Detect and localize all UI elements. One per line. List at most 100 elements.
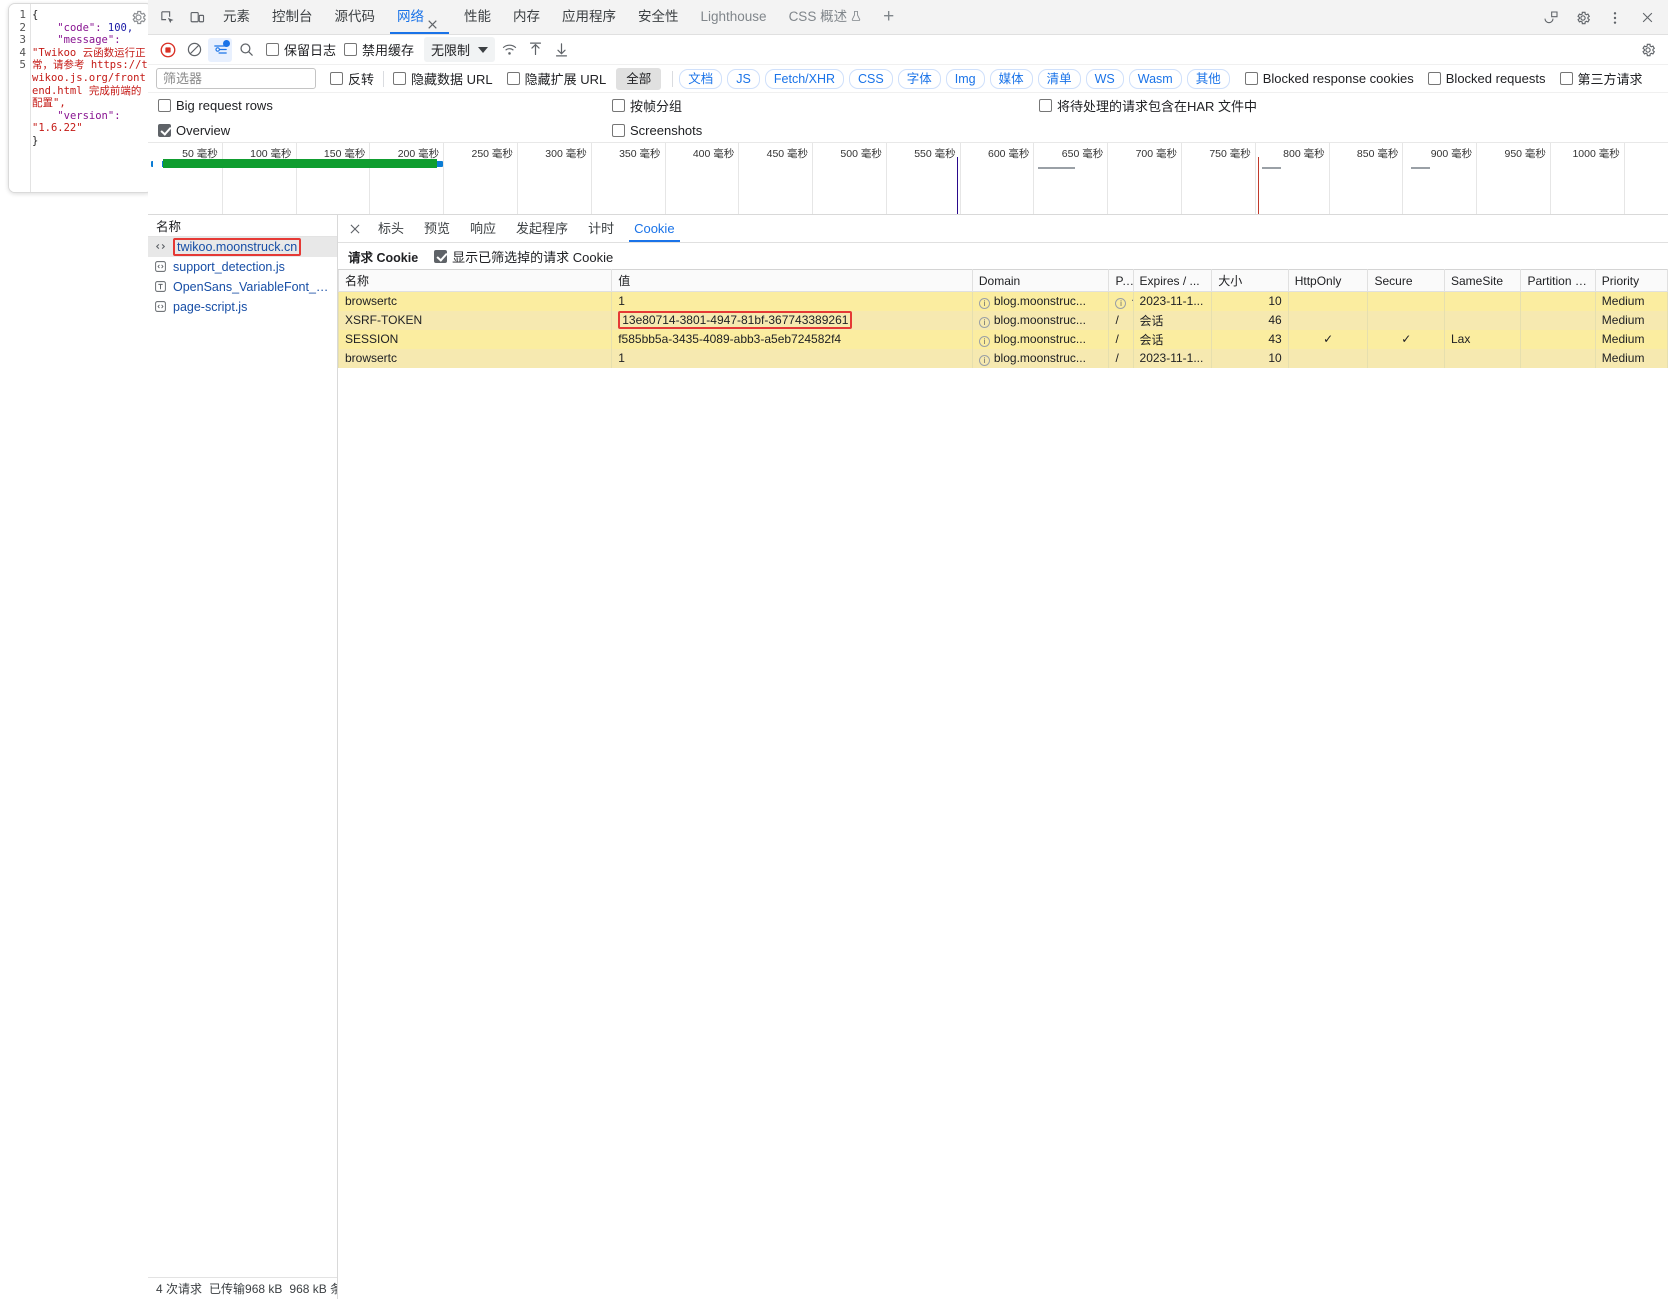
search-icon[interactable]	[234, 38, 258, 62]
device-toolbar-icon[interactable]	[182, 3, 212, 31]
resource-type-文档[interactable]: 文档	[679, 68, 723, 89]
screenshots-box[interactable]	[612, 123, 625, 137]
tab-网络[interactable]: 网络	[386, 0, 453, 34]
disable-cache-checkbox[interactable]: 禁用缓存	[344, 40, 414, 59]
filter-input[interactable]	[156, 68, 316, 89]
table-row[interactable]: SESSION f585bb5a-3435-4089-abb3-a5eb72458…	[338, 329, 1668, 349]
hide-ext-urls-box[interactable]	[506, 72, 520, 85]
detail-tab-Cookie[interactable]: Cookie	[624, 215, 684, 242]
cookie-column-header[interactable]: 大小	[1211, 269, 1289, 292]
tab-控制台[interactable]: 控制台	[261, 0, 324, 34]
hide-data-urls-checkbox[interactable]: 隐藏数据 URL	[393, 69, 493, 88]
include-pending-har-checkbox[interactable]: 将待处理的请求包含在HAR 文件中	[1039, 96, 1257, 115]
close-detail-icon[interactable]	[342, 216, 368, 242]
tab-源代码[interactable]: 源代码	[324, 0, 387, 34]
resource-type-媒体[interactable]: 媒体	[989, 68, 1033, 89]
resource-type-WS[interactable]: WS	[1085, 68, 1124, 89]
settings-gear-icon[interactable]	[1568, 4, 1598, 32]
blocked-response-cookies-box[interactable]	[1244, 72, 1258, 85]
tab-元素[interactable]: 元素	[212, 0, 261, 34]
blocked-response-cookies-checkbox[interactable]: Blocked response cookies	[1244, 71, 1414, 86]
tab-安全性[interactable]: 安全性	[627, 0, 690, 34]
resource-type-CSS[interactable]: CSS	[849, 68, 893, 89]
resource-type-Img[interactable]: Img	[945, 68, 985, 89]
tab-性能[interactable]: 性能	[453, 0, 502, 34]
resource-type-Wasm[interactable]: Wasm	[1128, 68, 1182, 89]
tab-CSS 概述[interactable]: CSS 概述	[778, 0, 874, 34]
third-party-checkbox[interactable]: 第三方请求	[1559, 69, 1643, 88]
table-row[interactable]: browsertc 1 i blog.moonstruc.../2023-11-1..…	[338, 348, 1668, 368]
hide-ext-urls-checkbox[interactable]: 隐藏扩展 URL	[506, 69, 606, 88]
disable-cache-box[interactable]	[344, 43, 358, 56]
resource-type-全部[interactable]: 全部	[616, 67, 662, 90]
cookie-column-header[interactable]: Domain	[971, 269, 1110, 292]
detail-tab-发起程序[interactable]: 发起程序	[506, 215, 578, 242]
tab-add[interactable]: +	[873, 0, 904, 34]
import-har-icon[interactable]	[523, 38, 547, 62]
cookie-column-header[interactable]: P...	[1108, 269, 1134, 292]
detail-tab-计时[interactable]: 计时	[578, 215, 624, 242]
big-request-rows-box[interactable]	[158, 99, 171, 112]
request-list-item[interactable]: OpenSans_VariableFont_wdth_...	[148, 277, 337, 297]
table-row[interactable]: XSRF-TOKEN 13e80714-3801-4947-81bf-367743…	[338, 310, 1668, 330]
cookie-column-header[interactable]: 值	[611, 269, 973, 292]
cookie-column-header[interactable]: HttpOnly	[1287, 269, 1369, 292]
table-row[interactable]: browsertc 1 i blog.moonstruc... i 2023-11-1..…	[338, 291, 1668, 311]
blocked-requests-checkbox[interactable]: Blocked requests	[1427, 71, 1546, 86]
tab-应用程序[interactable]: 应用程序	[551, 0, 627, 34]
detail-tab-标头[interactable]: 标头	[368, 215, 414, 242]
more-options-icon[interactable]	[1600, 4, 1630, 32]
cookie-column-header[interactable]: 名称	[338, 269, 613, 292]
show-filtered-cookies-checkbox[interactable]: 显示已筛选掉的请求 Cookie	[434, 247, 613, 266]
tab-内存[interactable]: 内存	[502, 0, 551, 34]
hide-data-urls-box[interactable]	[393, 72, 407, 85]
group-by-frame-box[interactable]	[612, 99, 625, 112]
group-by-frame-checkbox[interactable]: 按帧分组	[612, 96, 682, 115]
detail-tab-响应[interactable]: 响应	[460, 215, 506, 242]
big-request-rows-checkbox[interactable]: Big request rows	[158, 98, 273, 113]
screenshots-checkbox[interactable]: Screenshots	[612, 123, 702, 138]
overview-checkbox[interactable]: Overview	[158, 123, 230, 138]
info-icon[interactable]: i	[978, 316, 990, 328]
export-har-icon[interactable]	[549, 38, 573, 62]
inspect-element-icon[interactable]	[152, 3, 182, 31]
close-window-icon[interactable]	[1632, 4, 1662, 32]
resource-type-Fetch/XHR[interactable]: Fetch/XHR	[764, 68, 845, 89]
info-icon[interactable]: i	[978, 297, 990, 309]
resource-type-清单[interactable]: 清单	[1037, 68, 1081, 89]
throttling-dropdown[interactable]: 无限制	[424, 37, 496, 62]
blocked-requests-box[interactable]	[1427, 72, 1441, 85]
invert-checkbox[interactable]: 反转	[330, 69, 374, 88]
network-conditions-icon[interactable]	[497, 38, 521, 62]
resource-type-其他[interactable]: 其他	[1186, 68, 1230, 89]
gear-icon[interactable]	[130, 9, 147, 26]
network-settings-gear-icon[interactable]	[1636, 38, 1660, 62]
tab-Lighthouse[interactable]: Lighthouse	[690, 0, 778, 34]
include-pending-har-box[interactable]	[1039, 99, 1052, 112]
request-list-item[interactable]: page-script.js	[148, 297, 337, 317]
request-list-item[interactable]: support_detection.js	[148, 257, 337, 277]
show-filtered-cookies-box[interactable]	[434, 249, 448, 263]
info-icon[interactable]: i	[1115, 297, 1127, 309]
info-icon[interactable]: i	[978, 354, 990, 366]
detail-tab-预览[interactable]: 预览	[414, 215, 460, 242]
resource-type-JS[interactable]: JS	[727, 68, 760, 89]
clear-network-log-icon[interactable]	[182, 38, 206, 62]
info-icon[interactable]: i	[978, 335, 990, 347]
network-overview-timeline[interactable]: 50 毫秒 100 毫秒 150 毫秒 200 毫秒 250 毫秒 300 毫秒 350 毫…	[148, 143, 1668, 215]
preserve-log-box[interactable]	[266, 43, 279, 56]
filter-icon[interactable]	[208, 37, 232, 62]
invert-box[interactable]	[330, 72, 343, 85]
third-party-box[interactable]	[1559, 72, 1573, 85]
preserve-log-checkbox[interactable]: 保留日志	[266, 40, 336, 59]
cookie-column-header[interactable]: Expires / ...	[1132, 269, 1213, 292]
cookie-column-header[interactable]: Priority	[1594, 269, 1668, 292]
overview-box[interactable]	[158, 123, 171, 137]
cookie-column-header[interactable]: SameSite	[1443, 269, 1522, 292]
request-list-item[interactable]: twikoo.moonstruck.cn	[148, 237, 337, 257]
resource-type-字体[interactable]: 字体	[897, 68, 941, 89]
devices-feedback-icon[interactable]	[1536, 4, 1566, 32]
cookie-column-header[interactable]: Partition K...	[1520, 269, 1596, 292]
close-icon[interactable]	[426, 9, 442, 30]
cookie-column-header[interactable]: Secure	[1367, 269, 1445, 292]
